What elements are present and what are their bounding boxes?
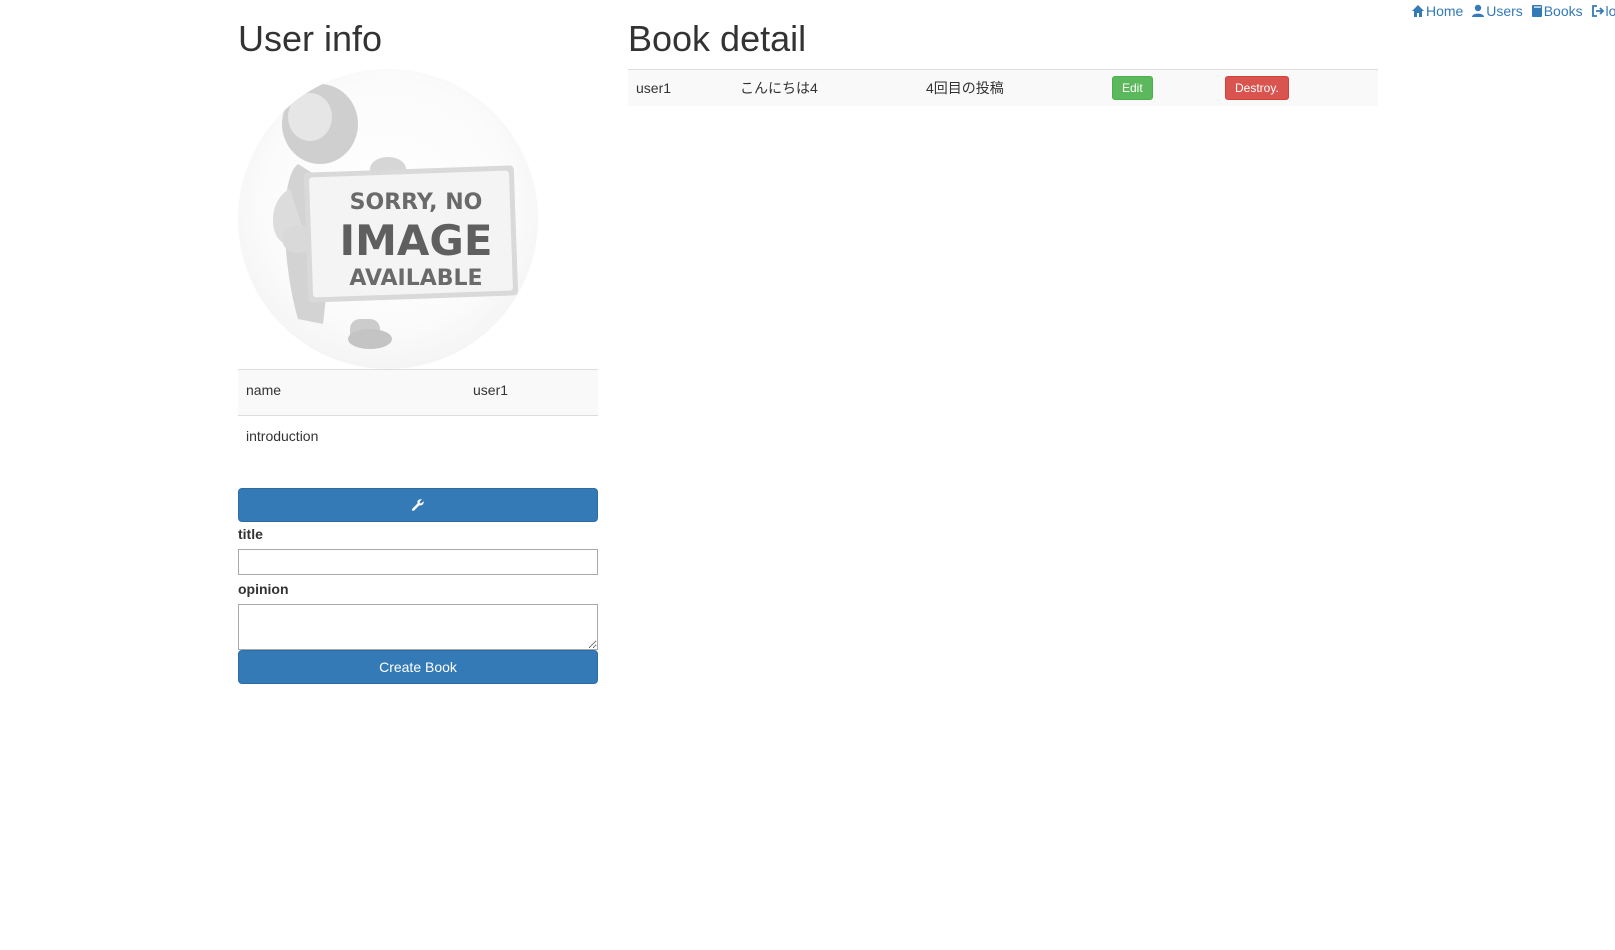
opinion-label: opinion [238,580,289,597]
nav-books-link[interactable]: Books [1531,2,1583,20]
nav-logout-label: logout [1605,3,1615,19]
wrench-icon [411,498,425,515]
book-detail-table: user1 こんにちは4 4回目の投稿 Edit Destroy. [628,69,1378,106]
table-row: introduction [238,415,598,462]
log-out-icon [1591,4,1605,18]
book-detail-heading: Book detail [628,18,807,59]
nav-home-link[interactable]: Home [1411,2,1463,20]
title-label: title [238,525,263,542]
nav-books-label: Books [1543,3,1583,19]
book-destroy-cell: Destroy. [1217,69,1378,106]
edit-user-button[interactable] [238,487,598,522]
introduction-value [465,415,598,462]
user-info-heading: User info [238,18,383,59]
nav-users-label: Users [1486,3,1523,19]
user-info-table: name user1 introduction [238,369,598,462]
table-row: name user1 [238,369,598,416]
name-value: user1 [465,369,598,416]
user-icon [1471,4,1485,18]
nav-users-link[interactable]: Users [1471,2,1523,20]
book-edit-cell: Edit [1104,69,1217,106]
no-image-placeholder-icon: SORRY, NO IMAGE AVAILABLE [272,84,519,349]
table-row: user1 こんにちは4 4回目の投稿 Edit Destroy. [628,69,1378,106]
nav-home-label: Home [1426,3,1464,19]
edit-book-button[interactable]: Edit [1112,75,1153,100]
book-detail-panel: Book detail user1 こんにちは4 4回目の投稿 Edit Des… [628,19,1378,106]
avatar-text-line2: IMAGE [339,216,492,265]
book-body-cell: 4回目の投稿 [918,69,1104,106]
opinion-textarea[interactable] [238,603,598,650]
nav-logout-link[interactable]: logout [1591,2,1615,20]
avatar-text-line3: AVAILABLE [349,266,482,291]
book-icon [1531,4,1543,18]
title-input[interactable] [238,548,598,575]
avatar-text-line1: SORRY, NO [350,190,483,215]
name-key: name [238,369,465,416]
top-nav: Home Users Books logout [1411,2,1615,22]
avatar: SORRY, NO IMAGE AVAILABLE [238,69,538,369]
home-icon [1411,4,1425,18]
new-book-form: title opinion Create Book [238,524,598,684]
introduction-key: introduction [238,415,465,462]
create-book-button[interactable]: Create Book [238,649,598,684]
user-info-panel: User info SORRY, NO IMAGE AVAILABLE name… [238,19,598,684]
book-title-cell: こんにちは4 [732,69,918,106]
book-user-cell: user1 [628,69,732,106]
destroy-book-button[interactable]: Destroy. [1225,75,1289,100]
book-user-link[interactable]: user1 [636,80,671,96]
